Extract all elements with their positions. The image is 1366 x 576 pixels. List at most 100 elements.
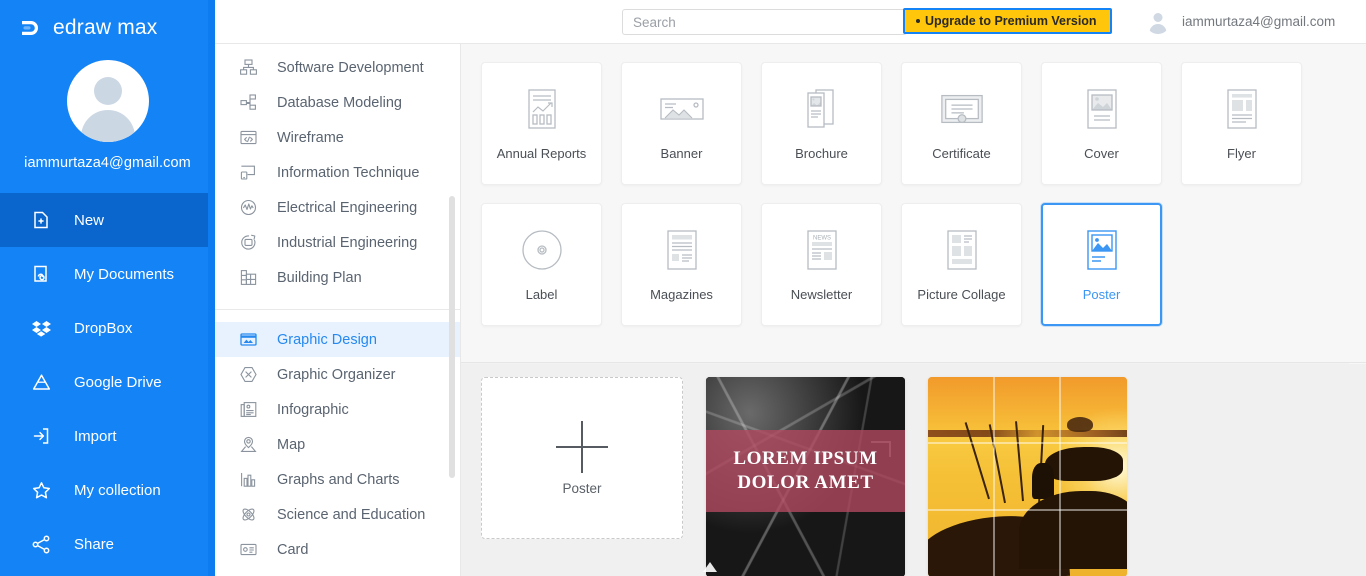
- edraw-max-window: edraw max iammurtaza4@gmail.com New My D…: [0, 0, 1366, 576]
- gallery-thumb-sunset-fishing-poster[interactable]: [928, 377, 1127, 576]
- building-plan-icon: [237, 267, 259, 289]
- avatar-body: [80, 110, 135, 142]
- user-avatar-icon[interactable]: [66, 60, 149, 142]
- avatar-head: [93, 77, 122, 105]
- template-card-picture-collage[interactable]: Picture Collage: [901, 203, 1022, 326]
- poster-icon: [1079, 227, 1125, 273]
- sidebar-item-label: Google Drive: [74, 373, 162, 391]
- poster-title-band: LOREM IPSUM DOLOR AMET: [706, 430, 905, 512]
- category-item-software-development[interactable]: Software Development: [215, 50, 460, 85]
- category-item-label: Building Plan: [277, 269, 362, 286]
- category-item-label: Graphic Organizer: [277, 366, 396, 383]
- upgrade-to-premium-button[interactable]: Upgrade to Premium Version: [903, 8, 1112, 34]
- avatar-head: [1153, 13, 1163, 22]
- category-item-label: Database Modeling: [277, 94, 402, 111]
- category-item-label: Information Technique: [277, 164, 420, 181]
- template-card-brochure[interactable]: Brochure: [761, 62, 882, 185]
- gallery-thumb-lorem-ipsum-poster[interactable]: LOREM IPSUM DOLOR AMET: [706, 377, 905, 576]
- category-item-graphic-organizer[interactable]: Graphic Organizer: [215, 357, 460, 392]
- category-item-electrical-engineering[interactable]: Electrical Engineering: [215, 190, 460, 225]
- category-group-bottom: Graphic Design Graphic Organizer Infogra…: [215, 322, 460, 567]
- template-card-label[interactable]: Label: [481, 203, 602, 326]
- category-item-information-technique[interactable]: Information Technique: [215, 155, 460, 190]
- infographic-icon: [237, 399, 259, 421]
- newsletter-icon: NEWS: [799, 227, 845, 273]
- new-document-icon: [30, 209, 52, 231]
- template-gallery-region: Poster LOREM IPSUM DOLOR AMET: [461, 364, 1366, 576]
- gallery-row-1: Poster LOREM IPSUM DOLOR AMET: [461, 364, 1366, 576]
- template-card-newsletter[interactable]: NEWS Newsletter: [761, 203, 882, 326]
- play-triangle-icon[interactable]: [703, 562, 717, 572]
- plus-icon: [556, 420, 608, 473]
- upgrade-button-label: Upgrade to Premium Version: [925, 14, 1097, 28]
- dropbox-icon: [30, 317, 52, 339]
- category-item-label: Graphic Design: [277, 331, 377, 348]
- banner-icon: [659, 86, 705, 132]
- template-card-label: Magazines: [650, 287, 713, 302]
- category-item-label: Infographic: [277, 401, 349, 418]
- sidebar-edge-accent: [208, 0, 215, 576]
- create-new-poster-card[interactable]: Poster: [481, 377, 683, 539]
- template-types-region: Annual Reports Banner Brochure Certifica…: [461, 44, 1366, 363]
- annual-reports-icon: [519, 86, 565, 132]
- template-card-banner[interactable]: Banner: [621, 62, 742, 185]
- software-development-icon: [237, 57, 259, 79]
- app-logo[interactable]: edraw max: [0, 0, 215, 44]
- category-item-industrial-engineering[interactable]: Industrial Engineering: [215, 225, 460, 260]
- sidebar-nav: New My Documents DropBox Google Drive Im…: [0, 193, 215, 571]
- template-card-magazines[interactable]: Magazines: [621, 203, 742, 326]
- category-item-map[interactable]: Map: [215, 427, 460, 462]
- category-item-card[interactable]: Card: [215, 532, 460, 567]
- database-modeling-icon: [237, 92, 259, 114]
- template-card-poster[interactable]: Poster: [1041, 203, 1162, 326]
- category-panel: Software Development Database Modeling W…: [215, 0, 461, 576]
- template-card-flyer[interactable]: Flyer: [1181, 62, 1302, 185]
- category-item-graphic-design[interactable]: Graphic Design: [215, 322, 460, 357]
- sidebar-item-share[interactable]: Share: [0, 517, 215, 571]
- account-email: iammurtaza4@gmail.com: [1182, 14, 1336, 29]
- cover-icon: [1079, 86, 1125, 132]
- category-item-building-plan[interactable]: Building Plan: [215, 260, 460, 295]
- account-avatar-icon[interactable]: [1146, 10, 1170, 34]
- category-item-label: Map: [277, 436, 306, 453]
- category-item-database-modeling[interactable]: Database Modeling: [215, 85, 460, 120]
- poster-title-line1: LOREM IPSUM: [733, 447, 878, 469]
- magazines-icon: [659, 227, 705, 273]
- template-card-certificate[interactable]: Certificate: [901, 62, 1022, 185]
- template-card-label: Newsletter: [790, 287, 853, 302]
- category-item-graphs-and-charts[interactable]: Graphs and Charts: [215, 462, 460, 497]
- star-icon: [30, 479, 52, 501]
- search-input[interactable]: [622, 9, 907, 35]
- sidebar-item-label: My Documents: [74, 265, 175, 283]
- science-and-education-icon: [237, 504, 259, 526]
- category-panel-scrollbar[interactable]: [449, 196, 455, 478]
- template-card-annual-reports[interactable]: Annual Reports: [481, 62, 602, 185]
- template-card-cover[interactable]: Cover: [1041, 62, 1162, 185]
- category-item-label: Wireframe: [277, 129, 344, 146]
- sidebar-item-import[interactable]: Import: [0, 409, 215, 463]
- category-item-science-and-education[interactable]: Science and Education: [215, 497, 460, 532]
- sidebar-item-new[interactable]: New: [0, 193, 215, 247]
- bullet-dot-icon: [916, 19, 920, 23]
- google-drive-icon: [30, 371, 52, 393]
- sidebar-item-label: Share: [74, 535, 115, 553]
- category-item-wireframe[interactable]: Wireframe: [215, 120, 460, 155]
- category-item-infographic[interactable]: Infographic: [215, 392, 460, 427]
- share-icon: [30, 533, 52, 555]
- sidebar-item-my-documents[interactable]: My Documents: [0, 247, 215, 301]
- sidebar-item-dropbox[interactable]: DropBox: [0, 301, 215, 355]
- create-new-poster-label: Poster: [562, 480, 602, 496]
- category-item-label: Software Development: [277, 59, 424, 76]
- svg-text:NEWS: NEWS: [813, 235, 831, 241]
- map-icon: [237, 434, 259, 456]
- sidebar-item-label: Import: [74, 427, 117, 445]
- sidebar-item-google-drive[interactable]: Google Drive: [0, 355, 215, 409]
- category-divider: [215, 309, 460, 310]
- graphic-organizer-icon: [237, 364, 259, 386]
- template-card-label: Poster: [1082, 287, 1121, 302]
- sidebar-item-my-collection[interactable]: My collection: [0, 463, 215, 517]
- template-card-label: Certificate: [932, 146, 991, 161]
- sidebar-user-block: iammurtaza4@gmail.com: [0, 60, 215, 171]
- top-header: Upgrade to Premium Version iammurtaza4@g…: [215, 0, 1366, 44]
- category-item-label: Industrial Engineering: [277, 234, 418, 251]
